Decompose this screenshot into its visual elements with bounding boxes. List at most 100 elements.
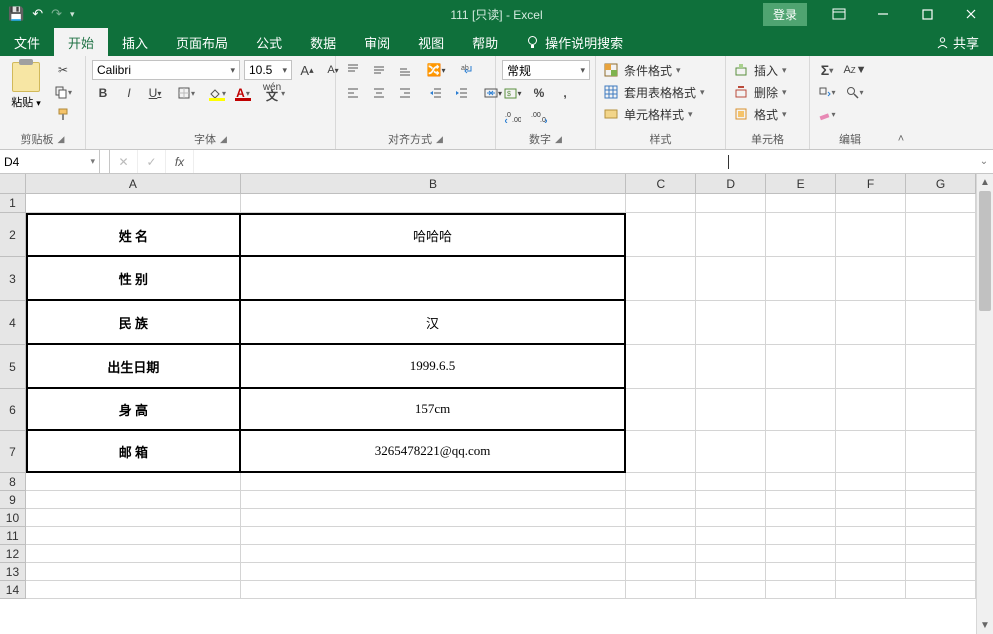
cell[interactable] [626,527,696,545]
signin-button[interactable]: 登录 [763,3,807,26]
cell[interactable] [26,545,241,563]
row-header-11[interactable]: 11 [0,527,26,545]
col-header-G[interactable]: G [906,174,976,194]
underline-button[interactable]: U▾ [144,83,166,103]
tab-help[interactable]: 帮助 [458,28,512,56]
undo-icon[interactable]: ↶ [32,6,43,22]
align-middle-icon[interactable] [368,60,390,80]
format-as-table-button[interactable]: 套用表格格式 ▾ [602,82,719,102]
tab-view[interactable]: 视图 [404,28,458,56]
cell[interactable]: 1999.6.5 [241,345,627,389]
font-color-button[interactable]: A ▾ [232,83,254,103]
cell[interactable] [26,473,241,491]
cell[interactable] [626,491,696,509]
font-size-combo[interactable]: 10.5▾ [244,60,292,80]
cell[interactable] [836,581,906,599]
cell[interactable] [26,581,241,599]
cell[interactable] [696,563,766,581]
cell[interactable] [906,389,976,431]
col-header-F[interactable]: F [836,174,906,194]
cell[interactable]: 汉 [241,301,627,345]
expand-formula-bar-icon[interactable]: ⌄ [975,150,993,173]
cell[interactable] [696,545,766,563]
cell[interactable] [26,509,241,527]
cell[interactable] [906,257,976,301]
align-center-icon[interactable] [368,83,390,103]
cell-styles-button[interactable]: 单元格样式 ▾ [602,104,719,124]
cell[interactable] [26,527,241,545]
cell[interactable] [26,563,241,581]
cell[interactable] [766,491,836,509]
cell[interactable]: 身 高 [26,389,241,431]
col-header-D[interactable]: D [696,174,766,194]
cell[interactable] [766,473,836,491]
bold-button[interactable]: B [92,83,114,103]
cell[interactable] [906,431,976,473]
cell[interactable] [836,389,906,431]
cell[interactable] [766,257,836,301]
cell[interactable] [626,194,696,213]
cell[interactable] [766,194,836,213]
cancel-formula-icon[interactable]: ✕ [110,150,138,173]
insert-cells-button[interactable]: 插入 ▾ [732,60,803,80]
cell[interactable] [766,545,836,563]
number-format-combo[interactable]: 常规▾ [502,60,590,80]
row-header-6[interactable]: 6 [0,389,26,431]
row-header-13[interactable]: 13 [0,563,26,581]
cell[interactable] [626,563,696,581]
cell[interactable] [696,431,766,473]
percent-format-icon[interactable]: % [528,83,550,103]
formula-input[interactable] [194,150,975,173]
col-header-A[interactable]: A [26,174,241,194]
comma-format-icon[interactable]: , [554,83,576,103]
row-header-8[interactable]: 8 [0,473,26,491]
cell[interactable]: 性 别 [26,257,241,301]
cell[interactable] [906,545,976,563]
paste-button[interactable]: 粘贴 ▾ [6,60,46,112]
cell[interactable] [241,473,627,491]
increase-font-icon[interactable]: A▴ [296,60,318,80]
font-name-combo[interactable]: Calibri▾ [92,60,240,80]
wrap-text-icon[interactable]: ab [456,60,478,80]
orientation-icon[interactable]: 🔀▾ [425,60,447,80]
cell[interactable] [906,301,976,345]
cell[interactable] [241,194,627,213]
collapse-ribbon-icon[interactable]: ˄ [890,56,912,149]
cell[interactable] [626,301,696,345]
cell[interactable] [241,545,627,563]
cell[interactable] [766,301,836,345]
share-button[interactable]: 共享 [922,28,993,56]
cell[interactable] [906,491,976,509]
align-bottom-icon[interactable] [394,60,416,80]
tab-insert[interactable]: 插入 [108,28,162,56]
cell[interactable] [906,194,976,213]
row-header-9[interactable]: 9 [0,491,26,509]
borders-button[interactable]: ▾ [175,83,197,103]
increase-decimal-icon[interactable]: .0.00 [502,106,524,126]
cell[interactable]: 出生日期 [26,345,241,389]
cell[interactable] [836,345,906,389]
format-cells-button[interactable]: 格式 ▾ [732,104,803,124]
cell[interactable] [696,389,766,431]
cell[interactable] [696,473,766,491]
cell[interactable] [696,213,766,257]
cell[interactable] [241,509,627,527]
cell[interactable] [626,545,696,563]
format-painter-button[interactable] [52,104,74,124]
cell[interactable]: 哈哈哈 [241,213,627,257]
row-header-7[interactable]: 7 [0,431,26,473]
cell[interactable] [241,563,627,581]
cell[interactable] [906,345,976,389]
cell[interactable] [26,491,241,509]
ribbon-display-icon[interactable] [817,0,861,28]
row-header-14[interactable]: 14 [0,581,26,599]
cell[interactable] [836,431,906,473]
conditional-format-button[interactable]: 条件格式 ▾ [602,60,719,80]
cell[interactable] [766,389,836,431]
cell[interactable] [766,509,836,527]
cell[interactable] [836,213,906,257]
clipboard-dialog-icon[interactable]: ◢ [58,134,65,145]
cell[interactable] [626,257,696,301]
cell[interactable] [906,213,976,257]
align-left-icon[interactable] [342,83,364,103]
